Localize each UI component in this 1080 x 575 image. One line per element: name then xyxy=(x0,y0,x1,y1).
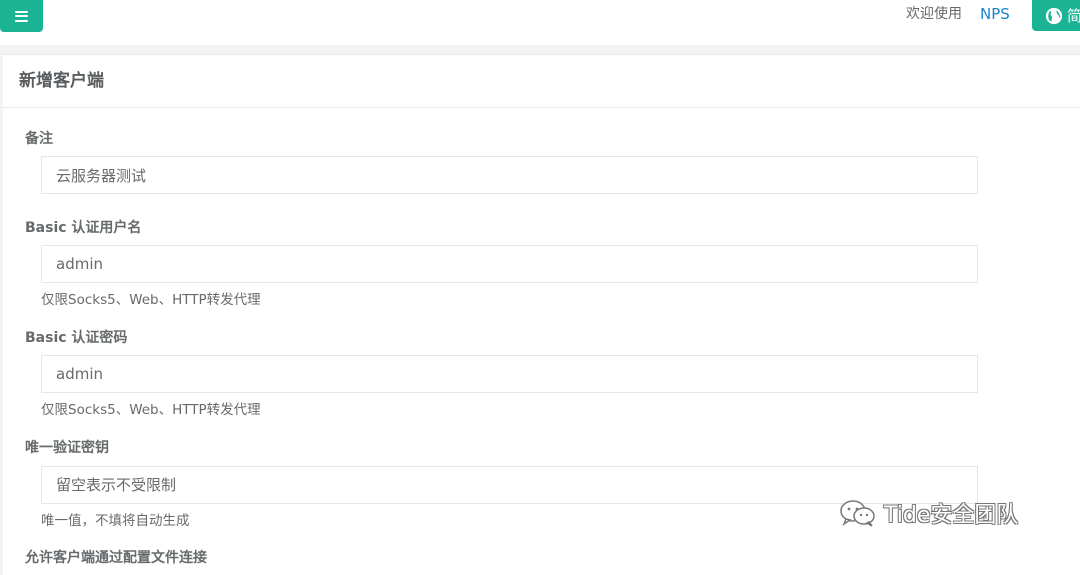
vkey-help: 唯一值，不填将自动生成 xyxy=(41,513,190,529)
watermark: Tide安全团队 xyxy=(838,497,1018,529)
hamburger-icon xyxy=(15,10,28,22)
remark-input[interactable] xyxy=(41,156,978,194)
language-button[interactable]: 简 xyxy=(1032,0,1080,31)
basic-username-input[interactable] xyxy=(41,245,978,283)
basic-username-label: Basic 认证用户名 xyxy=(25,220,142,236)
remark-label: 备注 xyxy=(25,131,53,147)
top-navbar: 欢迎使用 NPS 简 xyxy=(0,0,1080,45)
vkey-label: 唯一验证密钥 xyxy=(25,440,109,456)
basic-username-help: 仅限Socks5、Web、HTTP转发代理 xyxy=(41,292,261,308)
menu-toggle-button[interactable] xyxy=(0,0,43,32)
panel-title: 新增客户端 xyxy=(3,55,1080,108)
globe-icon xyxy=(1045,7,1063,24)
basic-password-label: Basic 认证密码 xyxy=(25,330,128,346)
welcome-text: 欢迎使用 xyxy=(906,6,962,22)
basic-password-input[interactable] xyxy=(41,355,978,393)
nps-link[interactable]: NPS xyxy=(980,5,1010,23)
basic-password-help: 仅限Socks5、Web、HTTP转发代理 xyxy=(41,402,261,418)
wechat-icon xyxy=(840,500,875,527)
watermark-text: Tide安全团队 xyxy=(884,503,1019,528)
language-label: 简 xyxy=(1067,7,1080,25)
allow-config-conn-label: 允许客户端通过配置文件连接 xyxy=(25,550,207,566)
